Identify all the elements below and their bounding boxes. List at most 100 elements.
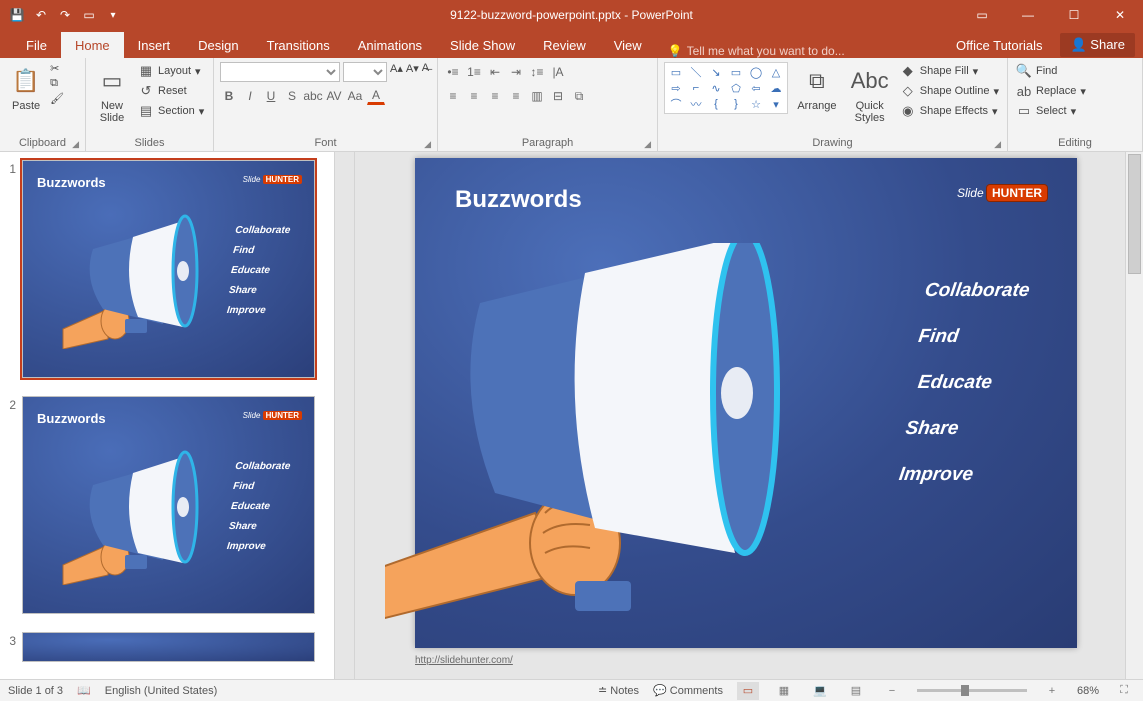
tab-view[interactable]: View bbox=[600, 32, 656, 58]
copy-icon[interactable]: ⧉ bbox=[50, 77, 64, 90]
underline-icon[interactable]: U bbox=[262, 87, 280, 105]
minimize-icon[interactable]: ― bbox=[1005, 0, 1051, 30]
shadow-icon[interactable]: abc bbox=[304, 87, 322, 105]
tab-home[interactable]: Home bbox=[61, 32, 124, 58]
save-icon[interactable]: 💾 bbox=[8, 6, 26, 24]
shape-arc-icon[interactable]: ⌒ bbox=[667, 97, 685, 111]
shape-curve-icon[interactable]: ∿ bbox=[707, 81, 725, 95]
zoom-out-icon[interactable]: − bbox=[881, 682, 903, 700]
tellme-input[interactable] bbox=[687, 44, 877, 58]
comments-button[interactable]: 💬 Comments bbox=[653, 684, 723, 697]
maximize-icon[interactable]: ☐ bbox=[1051, 0, 1097, 30]
case-icon[interactable]: Aa bbox=[346, 87, 364, 105]
shape-brace2-icon[interactable]: } bbox=[727, 97, 745, 111]
cut-icon[interactable]: ✂ bbox=[50, 62, 64, 75]
slide-thumbnail-1[interactable]: Buzzwords Slide HUNTER Collaborate bbox=[22, 160, 315, 378]
indent-inc-icon[interactable]: ⇥ bbox=[507, 63, 525, 81]
zoom-slider[interactable] bbox=[917, 689, 1027, 692]
language-status[interactable]: English (United States) bbox=[105, 685, 218, 697]
clear-format-icon[interactable]: A̶ bbox=[422, 62, 429, 82]
shape-line-icon[interactable]: ＼ bbox=[687, 65, 705, 79]
italic-icon[interactable]: I bbox=[241, 87, 259, 105]
text-direction-icon[interactable]: |A bbox=[549, 63, 567, 81]
align-text-icon[interactable]: ⊟ bbox=[549, 87, 567, 105]
shape-rect2-icon[interactable]: ▭ bbox=[727, 65, 745, 79]
qat-more-icon[interactable]: ▾ bbox=[104, 6, 122, 24]
font-size-select[interactable] bbox=[343, 62, 387, 82]
align-right-icon[interactable]: ≡ bbox=[486, 87, 504, 105]
paste-button[interactable]: 📋 Paste bbox=[6, 62, 46, 114]
zoom-level[interactable]: 68% bbox=[1077, 685, 1099, 697]
shape-fill-button[interactable]: ◆Shape Fill ▾ bbox=[898, 62, 1001, 80]
align-left-icon[interactable]: ≡ bbox=[444, 87, 462, 105]
fit-to-window-icon[interactable]: ⛶ bbox=[1113, 682, 1135, 700]
start-from-beginning-icon[interactable]: ▭ bbox=[80, 6, 98, 24]
decrease-font-icon[interactable]: A▾ bbox=[406, 62, 419, 82]
notes-button[interactable]: ≐ Notes bbox=[598, 684, 639, 697]
replace-button[interactable]: abReplace ▾ bbox=[1014, 82, 1088, 100]
quick-styles-button[interactable]: AbcQuick Styles bbox=[846, 62, 894, 126]
shape-more-icon[interactable]: ▾ bbox=[767, 97, 785, 111]
tab-animations[interactable]: Animations bbox=[344, 32, 436, 58]
shape-l-icon[interactable]: ⌐ bbox=[687, 81, 705, 95]
columns-icon[interactable]: ▥ bbox=[528, 87, 546, 105]
arrange-button[interactable]: ⧉Arrange bbox=[792, 62, 841, 114]
reset-button[interactable]: ↺Reset bbox=[136, 82, 206, 100]
sorter-view-icon[interactable]: ▦ bbox=[773, 682, 795, 700]
slide-thumbnail-2[interactable]: Buzzwords Slide HUNTER Collaborate bbox=[22, 396, 315, 614]
shape-arrow2-icon[interactable]: ⇦ bbox=[747, 81, 765, 95]
strike-icon[interactable]: S bbox=[283, 87, 301, 105]
slide-counter[interactable]: Slide 1 of 3 bbox=[8, 685, 63, 697]
zoom-in-icon[interactable]: + bbox=[1041, 682, 1063, 700]
slideshow-view-icon[interactable]: ▤ bbox=[845, 682, 867, 700]
shape-arrow-icon[interactable]: ⇨ bbox=[667, 81, 685, 95]
clipboard-launcher-icon[interactable]: ◢ bbox=[72, 139, 79, 150]
align-center-icon[interactable]: ≡ bbox=[465, 87, 483, 105]
shape-brace-icon[interactable]: { bbox=[707, 97, 725, 111]
line-spacing-icon[interactable]: ↕≡ bbox=[528, 63, 546, 81]
select-button[interactable]: ▭Select ▾ bbox=[1014, 102, 1088, 120]
share-button[interactable]: 👤 Share bbox=[1060, 33, 1135, 57]
format-painter-icon[interactable]: 🖌 bbox=[50, 92, 64, 105]
bullets-icon[interactable]: •≡ bbox=[444, 63, 462, 81]
shape-hex-icon[interactable]: ⬠ bbox=[727, 81, 745, 95]
font-launcher-icon[interactable]: ◢ bbox=[424, 139, 431, 150]
vertical-scrollbar[interactable] bbox=[1125, 152, 1143, 679]
font-family-select[interactable] bbox=[220, 62, 340, 82]
numbering-icon[interactable]: 1≡ bbox=[465, 63, 483, 81]
shape-rect-icon[interactable]: ▭ bbox=[667, 65, 685, 79]
increase-font-icon[interactable]: A▴ bbox=[390, 62, 403, 82]
spacing-icon[interactable]: AV bbox=[325, 87, 343, 105]
indent-dec-icon[interactable]: ⇤ bbox=[486, 63, 504, 81]
shape-tri-icon[interactable]: △ bbox=[767, 65, 785, 79]
font-color-icon[interactable]: A bbox=[367, 87, 385, 105]
drawing-launcher-icon[interactable]: ◢ bbox=[994, 139, 1001, 150]
reading-view-icon[interactable]: 💻 bbox=[809, 682, 831, 700]
shapes-gallery[interactable]: ▭＼↘▭◯△ ⇨⌐∿⬠⇦☁ ⌒〰{}☆▾ bbox=[664, 62, 788, 114]
shape-effects-button[interactable]: ◉Shape Effects ▾ bbox=[898, 102, 1001, 120]
normal-view-icon[interactable]: ▭ bbox=[737, 682, 759, 700]
slide-thumbnail-3[interactable] bbox=[22, 632, 315, 662]
new-slide-button[interactable]: ▭ New Slide bbox=[92, 62, 132, 126]
office-tutorials-link[interactable]: Office Tutorials bbox=[942, 32, 1056, 58]
paragraph-launcher-icon[interactable]: ◢ bbox=[644, 139, 651, 150]
bold-icon[interactable]: B bbox=[220, 87, 238, 105]
undo-icon[interactable]: ↶ bbox=[32, 6, 50, 24]
shape-oval-icon[interactable]: ◯ bbox=[747, 65, 765, 79]
layout-button[interactable]: ▦Layout ▾ bbox=[136, 62, 206, 80]
tab-insert[interactable]: Insert bbox=[124, 32, 185, 58]
ribbon-display-icon[interactable]: ▭ bbox=[959, 0, 1005, 30]
redo-icon[interactable]: ↷ bbox=[56, 6, 74, 24]
tab-file[interactable]: File bbox=[12, 32, 61, 58]
tab-transitions[interactable]: Transitions bbox=[253, 32, 344, 58]
panel-splitter[interactable] bbox=[335, 152, 355, 679]
section-button[interactable]: ▤Section ▾ bbox=[136, 102, 206, 120]
shape-outline-button[interactable]: ◇Shape Outline ▾ bbox=[898, 82, 1001, 100]
justify-icon[interactable]: ≡ bbox=[507, 87, 525, 105]
source-link[interactable]: http://slidehunter.com/ bbox=[415, 655, 513, 666]
shape-cloud-icon[interactable]: ☁ bbox=[767, 81, 785, 95]
tab-design[interactable]: Design bbox=[184, 32, 252, 58]
find-button[interactable]: 🔍Find bbox=[1014, 62, 1088, 80]
spellcheck-icon[interactable]: 📖 bbox=[77, 684, 91, 697]
shape-wave-icon[interactable]: 〰 bbox=[687, 97, 705, 111]
